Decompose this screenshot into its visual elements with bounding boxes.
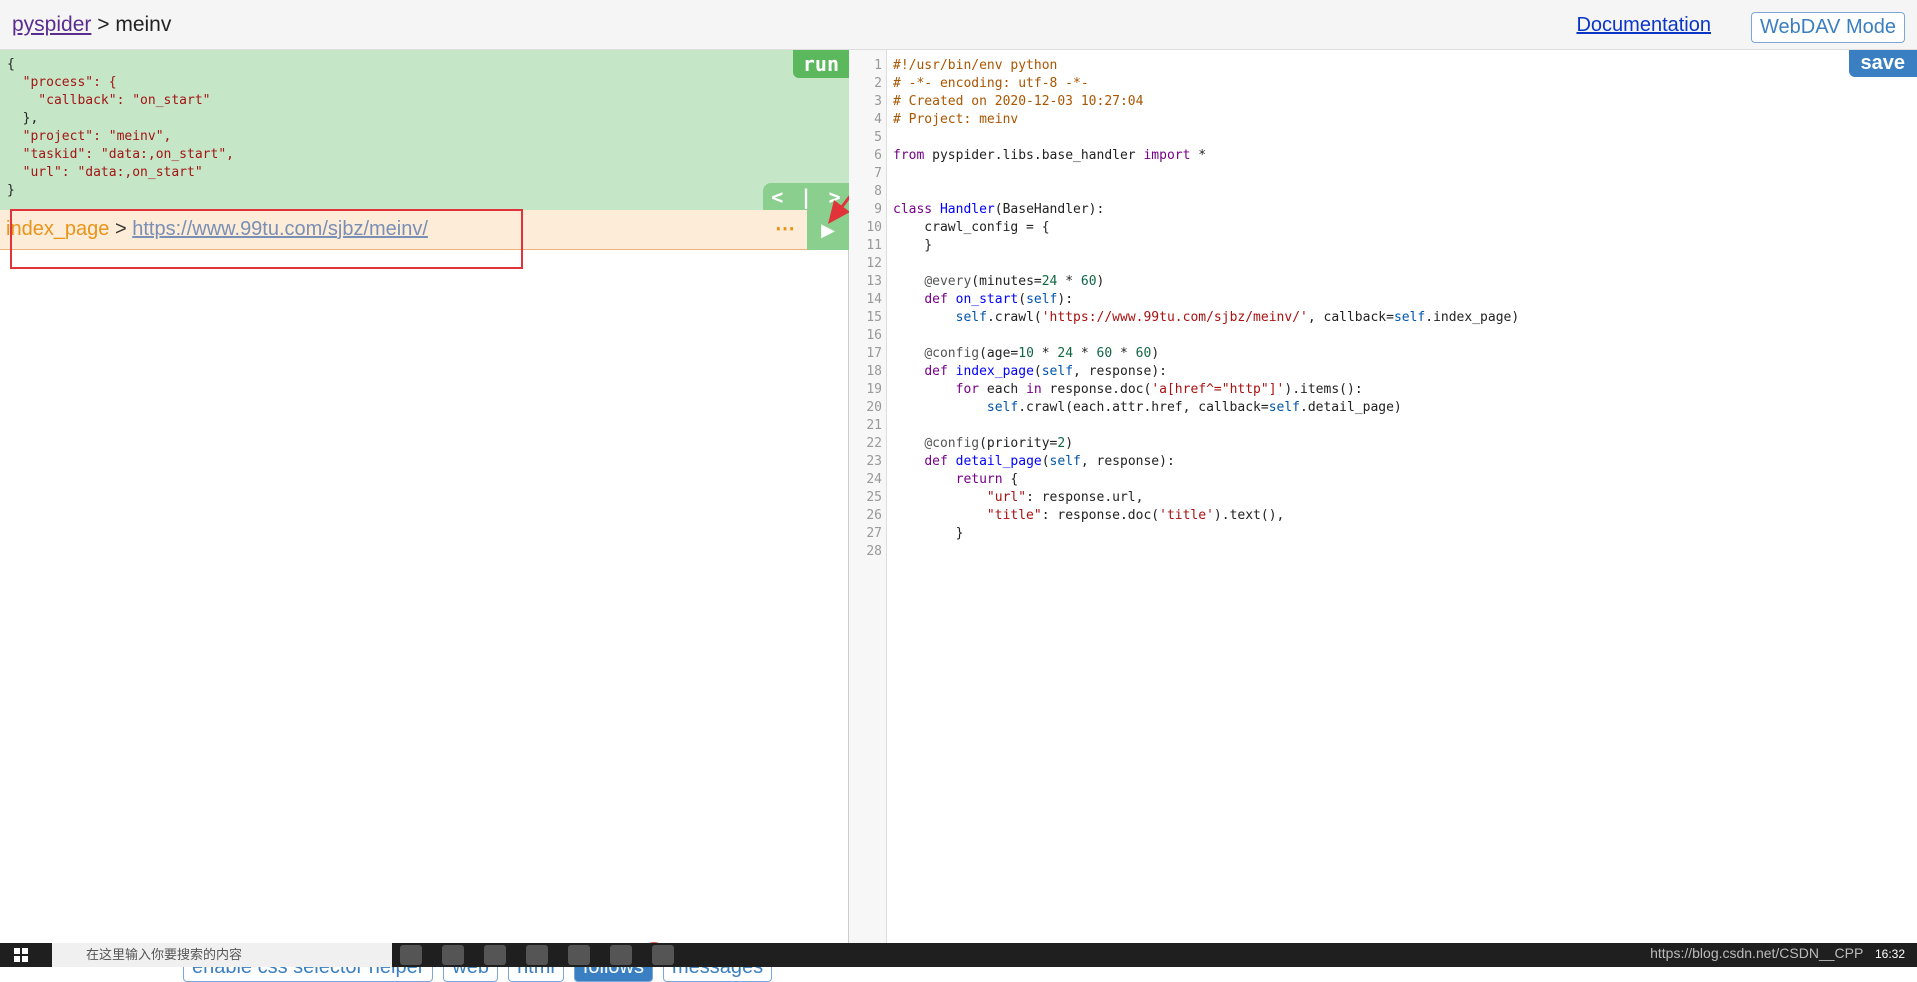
task-json: { "process": { "callback": "on_start" },…	[7, 56, 842, 200]
json-line: "project": "meinv",	[7, 129, 171, 144]
json-line: }	[7, 183, 15, 198]
code-line: 28	[849, 543, 1917, 561]
code-lines: 1#!/usr/bin/env python 2# -*- encoding: …	[849, 57, 1917, 561]
code-line: 10 crawl_config = {	[849, 219, 1917, 237]
json-line: "taskid": "data:,on_start",	[7, 147, 234, 162]
windows-start-icon[interactable]	[14, 948, 28, 962]
chrome-icon[interactable]	[568, 945, 590, 965]
code-line: 3# Created on 2020-12-03 10:27:04	[849, 93, 1917, 111]
code-line: 11 }	[849, 237, 1917, 255]
watermark: https://blog.csdn.net/CSDN__CPP 16:32	[1650, 945, 1905, 961]
breadcrumb: pyspider > meinv	[12, 13, 171, 37]
os-taskbar: 在这里输入你要搜索的内容 https://blog.csdn.net/CSDN_…	[0, 943, 1917, 967]
task-json-panel[interactable]: { "process": { "callback": "on_start" },…	[0, 50, 849, 210]
code-line: 23 def detail_page(self, response):	[849, 453, 1917, 471]
code-line: 13 @every(minutes=24 * 60)	[849, 273, 1917, 291]
documentation-link[interactable]: Documentation	[1576, 14, 1711, 37]
code-line: 22 @config(priority=2)	[849, 435, 1917, 453]
prev-task-button[interactable]: <	[771, 185, 783, 209]
code-line: 27 }	[849, 525, 1917, 543]
code-line: 6from pyspider.libs.base_handler import …	[849, 147, 1917, 165]
taskbar-clock: 16:32	[1875, 947, 1905, 961]
code-editor[interactable]: save 1#!/usr/bin/env python 2# -*- encod…	[849, 50, 1917, 943]
code-line: 7	[849, 165, 1917, 183]
annotation-highlight-box	[10, 209, 523, 269]
store-icon[interactable]	[526, 945, 548, 965]
code-line: 5	[849, 129, 1917, 147]
json-line: "process": {	[7, 75, 117, 90]
code-line: 15 self.crawl('https://www.99tu.com/sjbz…	[849, 309, 1917, 327]
json-line: "callback": "on_start"	[7, 93, 211, 108]
webdav-mode-button[interactable]: WebDAV Mode	[1751, 12, 1905, 43]
taskbar-search-placeholder: 在这里输入你要搜索的内容	[86, 947, 242, 962]
taskbar-search-input[interactable]: 在这里输入你要搜索的内容	[52, 943, 392, 967]
breadcrumb-root-link[interactable]: pyspider	[12, 13, 91, 36]
code-line: 17 @config(age=10 * 24 * 60 * 60)	[849, 345, 1917, 363]
code-line: 8	[849, 183, 1917, 201]
terminal-icon[interactable]	[652, 945, 674, 965]
watermark-text: https://blog.csdn.net/CSDN__CPP	[1650, 945, 1863, 961]
task-view-icon[interactable]	[442, 945, 464, 965]
code-line: 25 "url": response.url,	[849, 489, 1917, 507]
cortana-icon[interactable]	[400, 945, 422, 965]
code-line: 12	[849, 255, 1917, 273]
code-line: 19 for each in response.doc('a[href^="ht…	[849, 381, 1917, 399]
nav-separator: |	[800, 185, 812, 209]
typora-icon[interactable]	[610, 945, 632, 965]
top-bar: pyspider > meinv Documentation WebDAV Mo…	[0, 0, 1917, 50]
code-line: 4# Project: meinv	[849, 111, 1917, 129]
debug-panel: { "process": { "callback": "on_start" },…	[0, 50, 849, 943]
code-line: 26 "title": response.doc('title').text()…	[849, 507, 1917, 525]
breadcrumb-separator: >	[97, 13, 109, 36]
code-line: 16	[849, 327, 1917, 345]
code-line: 21	[849, 417, 1917, 435]
code-line: 20 self.crawl(each.attr.href, callback=s…	[849, 399, 1917, 417]
json-line: "url": "data:,on_start"	[7, 165, 203, 180]
breadcrumb-project: meinv	[115, 13, 171, 36]
file-explorer-icon[interactable]	[484, 945, 506, 965]
taskbar-apps	[400, 945, 674, 965]
code-line: 1#!/usr/bin/env python	[849, 57, 1917, 75]
code-line: 9class Handler(BaseHandler):	[849, 201, 1917, 219]
more-icon[interactable]: ⋯	[775, 216, 795, 241]
code-line: 2# -*- encoding: utf-8 -*-	[849, 75, 1917, 93]
run-button[interactable]: run	[793, 50, 849, 78]
code-line: 24 return {	[849, 471, 1917, 489]
json-line: {	[7, 57, 15, 72]
code-line: 14 def on_start(self):	[849, 291, 1917, 309]
code-line: 18 def index_page(self, response):	[849, 363, 1917, 381]
json-line: },	[7, 111, 38, 126]
